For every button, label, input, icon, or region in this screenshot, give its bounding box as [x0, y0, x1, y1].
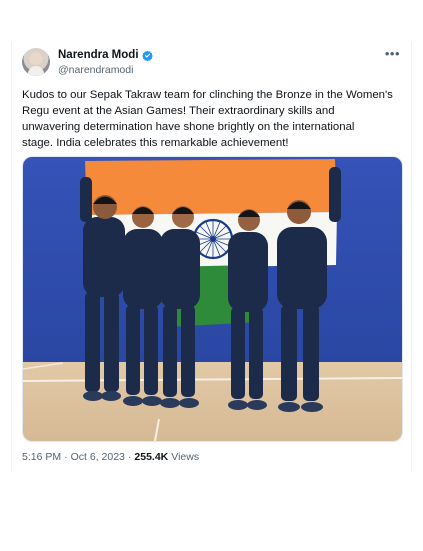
author-name[interactable]: Narendra Modi: [58, 49, 139, 61]
tweet-text: Kudos to our Sepak Takraw team for clinc…: [22, 89, 393, 149]
tweet-border-left: [11, 42, 12, 472]
author-handle[interactable]: @narendramodi: [58, 64, 133, 76]
tweet-header: Narendra Modi @narendramodi •••: [22, 45, 402, 81]
meta-separator-2: ·: [127, 451, 132, 463]
verified-badge-icon: [141, 50, 153, 61]
tweet-border-right: [411, 42, 412, 472]
team-photo-illustration: [23, 157, 402, 441]
avatar[interactable]: [22, 48, 50, 76]
tweet-time[interactable]: 5:16 PM: [22, 451, 61, 463]
meta-separator: ·: [64, 451, 68, 463]
views-label: Views: [171, 451, 200, 463]
tweet-date[interactable]: Oct 6, 2023: [71, 451, 125, 463]
tweet-photo[interactable]: [22, 156, 403, 442]
author-name-row: Narendra Modi: [58, 49, 153, 61]
views-count: 255.4K: [134, 451, 169, 463]
more-icon[interactable]: •••: [385, 47, 400, 60]
tweet-meta: 5:16 PM · Oct 6, 2023 · 255.4K Views: [22, 451, 199, 463]
